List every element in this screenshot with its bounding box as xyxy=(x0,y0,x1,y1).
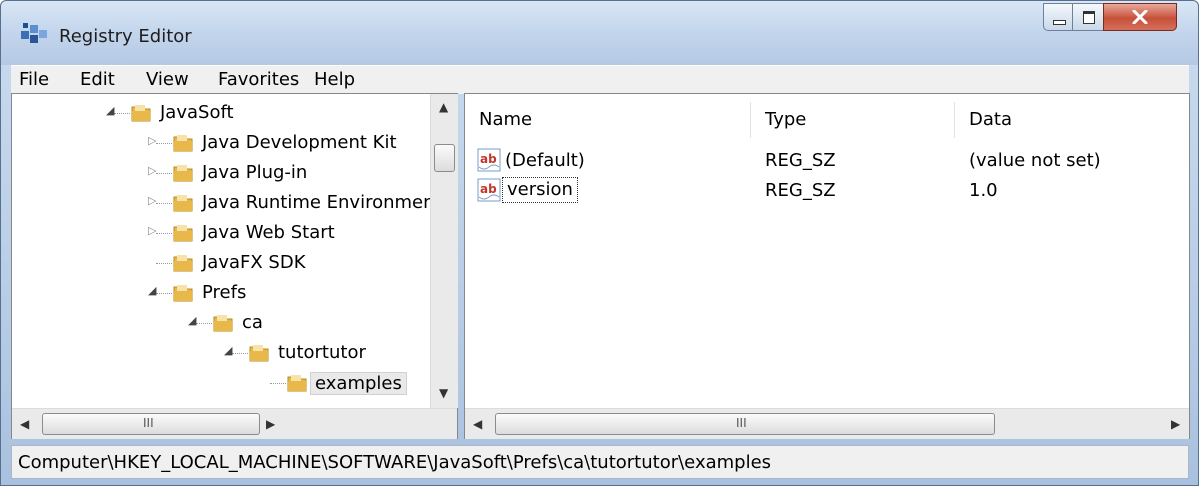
tree-connector xyxy=(156,173,172,174)
column-header-type[interactable]: Type xyxy=(751,102,955,138)
tree-item-label: Prefs xyxy=(202,282,247,303)
tree-connector xyxy=(232,353,248,354)
values-list-pane[interactable]: Name Type Data ab (Default) REG_SZ (valu… xyxy=(464,93,1190,439)
status-bar: Computer\HKEY_LOCAL_MACHINE\SOFTWARE\Jav… xyxy=(11,445,1189,479)
tree-item[interactable]: ◢ ca xyxy=(12,310,430,338)
maximize-icon xyxy=(1083,11,1095,24)
menu-bar: File Edit View Favorites Help xyxy=(11,65,1189,94)
folder-icon xyxy=(173,135,193,152)
column-header-name[interactable]: Name xyxy=(465,102,751,138)
list-row[interactable]: ab (Default) REG_SZ (value not set) xyxy=(465,146,1165,176)
collapsed-arrow-icon[interactable]: ▷ xyxy=(148,164,156,177)
folder-icon xyxy=(173,165,193,182)
collapsed-arrow-icon[interactable]: ▷ xyxy=(148,224,156,237)
menu-favorites[interactable]: Favorites xyxy=(218,69,299,90)
tree-item-label: examples xyxy=(310,372,407,395)
collapsed-arrow-icon[interactable]: ▷ xyxy=(148,194,156,207)
tree-horizontal-scrollbar[interactable]: ◀ III ▶ xyxy=(12,408,457,439)
folder-icon xyxy=(173,255,193,272)
registry-editor-icon xyxy=(21,23,47,43)
folder-icon xyxy=(173,225,193,242)
scroll-right-icon[interactable]: ▶ xyxy=(1171,417,1180,431)
scroll-left-icon[interactable]: ◀ xyxy=(473,417,482,431)
tree-item[interactable]: ◢ Prefs xyxy=(12,280,430,308)
tree-item-label: tutortutor xyxy=(278,342,366,363)
string-value-icon: ab xyxy=(477,178,501,202)
current-key-path: Computer\HKEY_LOCAL_MACHINE\SOFTWARE\Jav… xyxy=(18,452,772,473)
value-type: REG_SZ xyxy=(765,180,836,201)
tree-item-label: Java Development Kit xyxy=(202,132,397,153)
list-horizontal-scrollbar[interactable]: ◀ III ▶ xyxy=(465,408,1189,439)
scroll-up-icon[interactable]: ▲ xyxy=(439,100,448,114)
tree-item[interactable]: ▷ Java Web Start xyxy=(12,220,430,248)
tree-connector xyxy=(156,233,172,234)
tree-connector xyxy=(196,323,212,324)
window-title: Registry Editor xyxy=(59,26,192,47)
expanded-arrow-icon[interactable]: ◢ xyxy=(148,284,156,297)
folder-icon xyxy=(173,195,193,212)
scroll-grip: III xyxy=(143,416,154,430)
menu-edit[interactable]: Edit xyxy=(80,69,115,90)
scroll-down-icon[interactable]: ▼ xyxy=(439,386,448,400)
expanded-arrow-icon[interactable]: ◢ xyxy=(106,104,114,117)
list-hscroll-thumb[interactable]: III xyxy=(495,413,995,435)
tree-vertical-scrollbar[interactable]: ▲ ▼ xyxy=(430,94,458,408)
folder-icon xyxy=(249,345,269,362)
registry-editor-window: Registry Editor File Edit View Favorites… xyxy=(0,0,1199,486)
folder-icon xyxy=(173,285,193,302)
tree-item[interactable]: ◢ tutortutor xyxy=(12,340,430,368)
expanded-arrow-icon[interactable]: ◢ xyxy=(188,314,196,327)
string-value-icon: ab xyxy=(477,148,501,172)
key-tree-pane[interactable]: ◢ JavaSoft ▷ Java Development Kit ▷ Java Plug… xyxy=(11,93,458,439)
expanded-arrow-icon[interactable]: ◢ xyxy=(224,344,232,357)
menu-view[interactable]: View xyxy=(146,69,189,90)
tree-vscroll-thumb[interactable] xyxy=(434,144,455,172)
title-bar[interactable]: Registry Editor xyxy=(1,1,1198,65)
tree-item[interactable]: ▷ Java Plug-in xyxy=(12,160,430,188)
scroll-right-icon[interactable]: ▶ xyxy=(266,417,275,431)
tree-connector xyxy=(114,113,130,114)
tree-item-label: ca xyxy=(242,312,263,333)
value-name: (Default) xyxy=(505,150,585,171)
minimize-button[interactable] xyxy=(1043,3,1073,31)
tree-item[interactable]: JavaFX SDK xyxy=(12,250,430,278)
tree-item-label: Java Web Start xyxy=(202,222,335,243)
folder-icon xyxy=(131,105,151,122)
tree-item-label: JavaFX SDK xyxy=(202,252,306,273)
minimize-icon xyxy=(1053,20,1066,25)
svg-text:ab: ab xyxy=(480,182,497,196)
tree-connector xyxy=(156,293,172,294)
value-name: version xyxy=(502,177,578,203)
tree-item-label: JavaSoft xyxy=(160,102,234,123)
close-icon xyxy=(1132,10,1148,24)
value-type: REG_SZ xyxy=(765,150,836,171)
tree-item-label: Java Runtime Environmen xyxy=(202,192,430,213)
collapsed-arrow-icon[interactable]: ▷ xyxy=(148,134,156,147)
folder-icon xyxy=(213,315,233,332)
list-row[interactable]: ab version REG_SZ 1.0 xyxy=(465,176,1165,206)
column-header-data[interactable]: Data xyxy=(955,102,1189,138)
tree-connector xyxy=(156,263,172,264)
tree-connector xyxy=(156,203,172,204)
key-tree: ◢ JavaSoft ▷ Java Development Kit ▷ Java Plug… xyxy=(12,94,430,408)
menu-help[interactable]: Help xyxy=(314,69,355,90)
value-data: (value not set) xyxy=(969,150,1101,171)
close-button[interactable] xyxy=(1103,3,1177,31)
value-data: 1.0 xyxy=(969,180,998,201)
tree-connector xyxy=(156,143,172,144)
maximize-button[interactable] xyxy=(1072,3,1104,31)
tree-item[interactable]: ◢ JavaSoft xyxy=(12,100,430,128)
tree-hscroll-thumb[interactable]: III xyxy=(42,413,260,435)
tree-item[interactable]: ▷ Java Development Kit xyxy=(12,130,430,158)
svg-text:ab: ab xyxy=(480,152,497,166)
tree-item-label: Java Plug-in xyxy=(202,162,308,183)
tree-item[interactable]: examples xyxy=(12,370,430,398)
menu-file[interactable]: File xyxy=(19,69,49,90)
scroll-grip: III xyxy=(736,416,747,430)
tree-item[interactable]: ▷ Java Runtime Environmen xyxy=(12,190,430,218)
folder-icon xyxy=(287,375,307,392)
tree-connector xyxy=(270,383,286,384)
scroll-left-icon[interactable]: ◀ xyxy=(20,417,29,431)
